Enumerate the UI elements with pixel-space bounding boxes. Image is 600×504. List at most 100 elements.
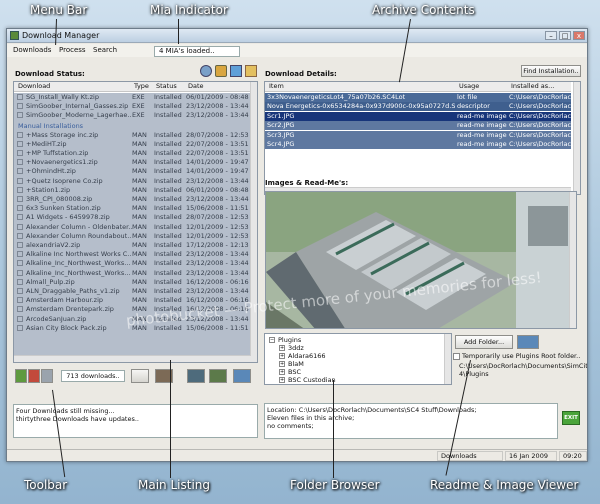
- exit-button[interactable]: EXIT: [562, 411, 580, 425]
- close-button[interactable]: x: [573, 31, 585, 40]
- row-checkbox[interactable]: [17, 315, 23, 322]
- folder-item[interactable]: + Aldara6166: [279, 352, 326, 360]
- detail-row[interactable]: Nova Energetics-0x6534284a-0x937d900c-0x…: [265, 102, 571, 112]
- detail-row[interactable]: 3x3NovaenergeticsLot4_75a07b26.SC4Lot lot…: [265, 93, 571, 102]
- row-checkbox[interactable]: [17, 140, 23, 147]
- folder-item[interactable]: + BlaM: [279, 360, 304, 368]
- row-checkbox[interactable]: [17, 278, 23, 285]
- download-row[interactable]: SG_Install_Wally Kt.zip EXE Installed 06/01…: [14, 93, 251, 102]
- download-row[interactable]: Almall_Pulp.zip MAN Installed 16/12/2008 - …: [14, 278, 251, 287]
- cell-date: 23/12/2008 - 13:44: [186, 176, 249, 185]
- folder-item[interactable]: + BSC: [279, 368, 301, 376]
- download-row[interactable]: alexandriaV2.zip MAN Installed 17/12/2008 -…: [14, 241, 251, 250]
- delete-download-button[interactable]: [28, 369, 40, 383]
- menu-search[interactable]: Search: [93, 46, 117, 54]
- row-checkbox[interactable]: [17, 103, 23, 110]
- row-checkbox[interactable]: [17, 324, 23, 331]
- details-vscroll[interactable]: [573, 82, 580, 194]
- menu-downloads[interactable]: Downloads: [13, 46, 51, 54]
- download-row[interactable]: +MP Tuffstation.zip MAN Installed 22/07/200…: [14, 149, 251, 158]
- row-checkbox[interactable]: [17, 232, 23, 239]
- cell-item: Scr4.JPG: [267, 140, 295, 148]
- image-vscroll[interactable]: [569, 192, 576, 328]
- row-checkbox[interactable]: [17, 94, 23, 100]
- picture-icon[interactable]: [230, 65, 242, 77]
- row-checkbox[interactable]: [17, 159, 23, 166]
- download-list-vscroll[interactable]: [250, 82, 257, 362]
- expand-icon[interactable]: +: [279, 345, 285, 351]
- row-checkbox[interactable]: [17, 177, 23, 184]
- row-checkbox[interactable]: [17, 269, 23, 276]
- row-checkbox[interactable]: [17, 251, 23, 258]
- row-checkbox[interactable]: [17, 223, 23, 230]
- row-checkbox[interactable]: [17, 260, 23, 267]
- refresh-button[interactable]: [233, 369, 251, 383]
- download-row[interactable]: +Quetz Isoprene Co.zip MAN Installed 23/12/…: [14, 177, 251, 186]
- download-row[interactable]: ALN_Draggable_Paths_v1.zip MAN Installed 23…: [14, 287, 251, 296]
- download-row[interactable]: +Station1.zip MAN Installed 06/01/2009 - 08…: [14, 186, 251, 195]
- row-checkbox[interactable]: [17, 131, 23, 138]
- download-row[interactable]: SimGoober_Moderne_Lagerhae... EXE Installe…: [14, 111, 251, 120]
- expand-icon[interactable]: +: [279, 361, 285, 367]
- maximize-button[interactable]: □: [559, 31, 571, 40]
- download-row[interactable]: 6x3 Sunken Station.zip MAN Installed 15/06/…: [14, 204, 251, 213]
- image-view-button[interactable]: [187, 369, 205, 383]
- folder-browser-vscroll[interactable]: [444, 334, 451, 384]
- detail-row[interactable]: Scr4.JPG read-me imageC:\Users\DocRorlach…: [265, 140, 571, 149]
- row-checkbox[interactable]: [17, 186, 23, 193]
- folder-item[interactable]: + BSC Custodian: [279, 376, 336, 384]
- user-icon[interactable]: [200, 65, 212, 77]
- download-row[interactable]: +OhmindHt.zip MAN Installed 14/01/2009 - 19…: [14, 167, 251, 176]
- download-row[interactable]: +MediHT.zip MAN Installed 22/07/2008 - 13:5…: [14, 140, 251, 149]
- download-row[interactable]: A1 Widgets - 6459978.zip MAN Installed 28/0…: [14, 213, 251, 222]
- expand-icon[interactable]: +: [279, 369, 285, 375]
- row-checkbox[interactable]: [17, 112, 23, 119]
- temp-root-checkbox[interactable]: [453, 353, 460, 360]
- download-row[interactable]: Alkaline_Inc_Northwest_Works... MAN Instal…: [14, 259, 251, 268]
- row-checkbox[interactable]: [17, 288, 23, 294]
- col-item[interactable]: Item: [267, 82, 284, 91]
- list-view-button[interactable]: [41, 369, 53, 383]
- row-checkbox[interactable]: [17, 196, 23, 202]
- download-list-hscroll[interactable]: [14, 355, 251, 362]
- col-installed[interactable]: Installed as...: [509, 82, 554, 91]
- detail-row[interactable]: Scr2.JPG read-me imageC:\Users\DocRorlach…: [265, 121, 571, 131]
- col-download[interactable]: Download: [16, 82, 50, 91]
- detail-row[interactable]: Scr3.JPG read-me imageC:\Users\DocRorlach…: [265, 130, 571, 140]
- folder-icon[interactable]: [245, 65, 257, 77]
- row-checkbox[interactable]: [17, 214, 23, 221]
- expand-icon[interactable]: +: [279, 377, 285, 383]
- expand-icon[interactable]: +: [279, 353, 285, 359]
- col-usage[interactable]: Usage: [457, 82, 479, 91]
- download-row[interactable]: Alkaline Inc Northwest Works C... MAN Inst…: [14, 250, 251, 259]
- filter-button[interactable]: [209, 369, 227, 383]
- gear-icon[interactable]: [215, 65, 227, 77]
- row-checkbox[interactable]: [17, 242, 23, 248]
- remove-folder-button[interactable]: [517, 335, 539, 349]
- download-row[interactable]: +Mass Storage inc.zip MAN Installed 28/07/2…: [14, 131, 251, 140]
- download-row[interactable]: Alkaline_Inc_Northwest_Works... MAN Instal…: [14, 269, 251, 278]
- download-row[interactable]: 3RR_CPI_080008.zip MAN Installed 23/12/2008…: [14, 195, 251, 204]
- archive-icon-button[interactable]: [131, 369, 149, 383]
- row-checkbox[interactable]: [17, 205, 23, 212]
- download-row[interactable]: SimGoober_Internal_Gasses.zip EXE Installe…: [14, 102, 251, 111]
- row-checkbox[interactable]: [17, 297, 23, 304]
- menu-process[interactable]: Process: [59, 46, 86, 54]
- col-date[interactable]: Date: [186, 82, 204, 91]
- folder-item[interactable]: +3ddz: [279, 344, 304, 352]
- add-folder-button[interactable]: Add Folder...: [455, 335, 513, 349]
- download-row[interactable]: Alexander Column - Oldenbater... MAN Insta…: [14, 223, 251, 232]
- minimize-button[interactable]: –: [545, 31, 557, 40]
- row-checkbox[interactable]: [17, 168, 23, 175]
- download-row[interactable]: +Novaenergetics1.zip MAN Installed 14/01/20…: [14, 158, 251, 167]
- add-download-button[interactable]: [15, 369, 27, 383]
- expand-icon[interactable]: −: [269, 337, 275, 343]
- col-status[interactable]: Status: [154, 82, 177, 91]
- find-installation-button[interactable]: Find Installation..: [521, 65, 581, 77]
- col-type[interactable]: Type: [132, 82, 149, 91]
- folder-item[interactable]: − Plugins: [269, 336, 301, 344]
- row-checkbox[interactable]: [17, 150, 23, 156]
- row-checkbox[interactable]: [17, 306, 23, 313]
- detail-row[interactable]: Scr1.JPG read-me imageC:\Users\DocRorlach…: [265, 111, 571, 121]
- download-row[interactable]: Alexander Column Roundabout... MAN Install…: [14, 232, 251, 241]
